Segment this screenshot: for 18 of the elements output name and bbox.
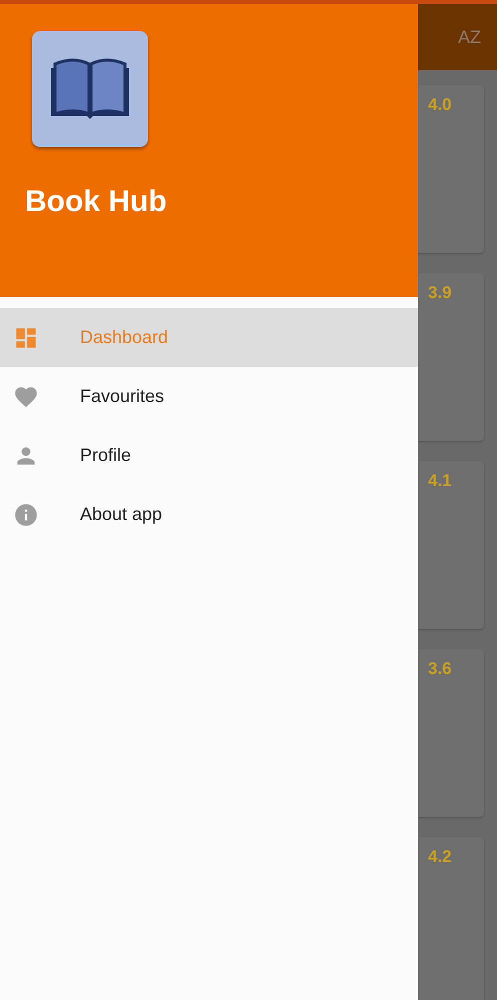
book-card[interactable]: 4.1 bbox=[418, 461, 484, 629]
menu-item[interactable]: About app bbox=[0, 485, 418, 544]
sort-button[interactable]: AZ bbox=[458, 26, 481, 48]
menu-item[interactable]: Profile bbox=[0, 426, 418, 485]
rating-text: 4.2 bbox=[428, 847, 452, 866]
book-logo-icon bbox=[32, 31, 148, 147]
rating-text: 3.6 bbox=[428, 659, 452, 678]
menu-item[interactable]: Dashboard bbox=[0, 308, 418, 367]
book-card[interactable]: 3.9 bbox=[418, 273, 484, 441]
app-name: Book Hub bbox=[25, 185, 167, 219]
menu-item[interactable]: Favourites bbox=[0, 367, 418, 426]
book-card[interactable]: 4.2 bbox=[418, 837, 484, 1000]
rating-text: 4.0 bbox=[428, 95, 452, 114]
info-icon bbox=[13, 502, 39, 528]
book-card[interactable]: 4.0 bbox=[418, 85, 484, 253]
rating-text: 4.1 bbox=[428, 471, 452, 490]
book-card[interactable]: 3.6 bbox=[418, 649, 484, 817]
rating-text: 3.9 bbox=[428, 283, 452, 302]
